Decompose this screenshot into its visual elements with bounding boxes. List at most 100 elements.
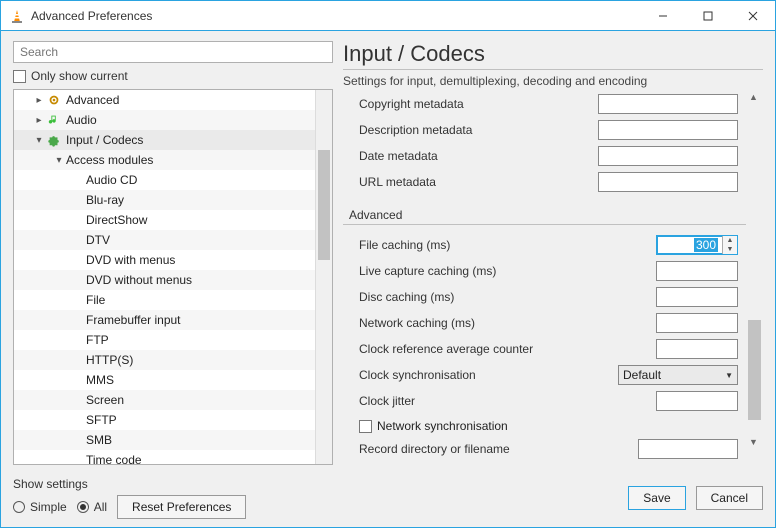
tree-item[interactable]: ▸File <box>14 290 315 310</box>
arrow-placeholder: ▸ <box>72 375 86 386</box>
tree-item[interactable]: ▸DTV <box>14 230 315 250</box>
tree-item[interactable]: ▸Framebuffer input <box>14 310 315 330</box>
tree-item[interactable]: ▸Audio <box>14 110 315 130</box>
tree-item[interactable]: ▸FTP <box>14 330 315 350</box>
window: Advanced Preferences Only show current ▸… <box>0 0 776 528</box>
vscroll-thumb[interactable] <box>748 320 761 420</box>
panel-vscrollbar[interactable]: ▲ ▼ <box>746 90 763 465</box>
tree-item[interactable]: ▸DirectShow <box>14 210 315 230</box>
copyright-input[interactable] <box>598 94 738 114</box>
network-sync-checkbox[interactable]: Network synchronisation <box>343 419 746 433</box>
settings-panel: Copyright metadata Description metadata … <box>343 90 746 465</box>
tree-item[interactable]: ▾Access modules <box>14 150 315 170</box>
disc-caching-input[interactable]: ▲▼ <box>656 287 738 307</box>
record-dir-input[interactable] <box>638 439 738 459</box>
tree-item[interactable]: ▸Screen <box>14 390 315 410</box>
metadata-fields: Copyright metadata Description metadata … <box>343 90 746 200</box>
checkbox-icon <box>359 420 372 433</box>
chevron-right-icon[interactable]: ▸ <box>32 115 46 126</box>
vlc-cone-icon <box>9 8 25 24</box>
tree-item-label: HTTP(S) <box>86 353 133 367</box>
clock-sync-select[interactable]: Default▼ <box>618 365 738 385</box>
radio-simple-label: Simple <box>30 500 67 514</box>
date-input[interactable] <box>598 146 738 166</box>
clock-sync-value: Default <box>623 368 661 382</box>
arrow-placeholder: ▸ <box>72 235 86 246</box>
tree-item[interactable]: ▸HTTP(S) <box>14 350 315 370</box>
tree-item-label: Screen <box>86 393 124 407</box>
file-caching-value: 300 <box>694 238 718 252</box>
content: Only show current ▸Advanced▸Audio▾Input … <box>1 31 775 527</box>
arrow-placeholder: ▸ <box>72 415 86 426</box>
scroll-down-icon[interactable]: ▼ <box>749 437 758 447</box>
only-show-current-label: Only show current <box>31 69 128 83</box>
chevron-right-icon[interactable]: ▸ <box>32 95 46 106</box>
tree-item[interactable]: ▸SMB <box>14 430 315 450</box>
arrow-placeholder: ▸ <box>72 455 86 465</box>
tree-item[interactable]: ▸SFTP <box>14 410 315 430</box>
record-dir-label: Record directory or filename <box>359 442 638 456</box>
live-caching-input[interactable]: ▲▼ <box>656 261 738 281</box>
advanced-fields: File caching (ms) 300▲▼ Live capture cac… <box>343 231 746 419</box>
date-label: Date metadata <box>359 149 598 163</box>
window-buttons <box>640 1 775 30</box>
description-input[interactable] <box>598 120 738 140</box>
tree-item-label: DirectShow <box>86 213 147 227</box>
arrow-placeholder: ▸ <box>72 175 86 186</box>
live-caching-label: Live capture caching (ms) <box>359 264 656 278</box>
copyright-label: Copyright metadata <box>359 97 598 111</box>
search-input[interactable] <box>13 41 333 63</box>
cancel-button[interactable]: Cancel <box>696 486 763 510</box>
close-button[interactable] <box>730 1 775 31</box>
page-title: Input / Codecs <box>343 41 763 70</box>
tree-item[interactable]: ▸ Advanced <box>14 90 315 110</box>
tree-item[interactable]: ▾ Input / Codecs <box>14 130 315 150</box>
radio-simple[interactable]: Simple <box>13 498 67 516</box>
radio-icon <box>13 501 25 513</box>
url-input[interactable] <box>598 172 738 192</box>
network-caching-input[interactable]: ▲▼ <box>656 313 738 333</box>
clock-ref-label: Clock reference average counter <box>359 342 656 356</box>
chevron-down-icon[interactable]: ▾ <box>32 135 46 146</box>
chevron-down-icon[interactable]: ▾ <box>52 155 66 166</box>
tree-item-label: Input / Codecs <box>66 133 143 147</box>
tree-item-label: Advanced <box>66 93 119 107</box>
arrow-placeholder: ▸ <box>72 275 86 286</box>
tree-item-label: DTV <box>86 233 110 247</box>
minimize-button[interactable] <box>640 1 685 31</box>
tree-item-label: Access modules <box>66 153 153 167</box>
arrow-placeholder: ▸ <box>72 435 86 446</box>
note-icon <box>46 112 62 128</box>
description-label: Description metadata <box>359 123 598 137</box>
tree-item[interactable]: ▸Audio CD <box>14 170 315 190</box>
scroll-up-icon[interactable]: ▲ <box>749 92 758 102</box>
left-column: Only show current ▸Advanced▸Audio▾Input … <box>13 41 333 465</box>
tree-scroll-thumb[interactable] <box>318 150 330 260</box>
preferences-tree[interactable]: ▸Advanced▸Audio▾Input / Codecs▾Access mo… <box>14 90 315 464</box>
tree-item-label: File <box>86 293 105 307</box>
radio-icon <box>77 501 89 513</box>
footer: Show settings Simple All Reset Preferenc… <box>13 471 763 519</box>
maximize-button[interactable] <box>685 1 730 31</box>
tree-item[interactable]: ▸DVD without menus <box>14 270 315 290</box>
tree-scrollbar[interactable] <box>315 90 332 464</box>
tree-item-label: DVD without menus <box>86 273 192 287</box>
show-settings-label: Show settings <box>13 477 246 491</box>
arrow-placeholder: ▸ <box>72 335 86 346</box>
arrow-placeholder: ▸ <box>72 295 86 306</box>
tree-item[interactable]: ▸Blu-ray <box>14 190 315 210</box>
tree-item[interactable]: ▸MMS <box>14 370 315 390</box>
tree-item[interactable]: ▸Time code <box>14 450 315 464</box>
page-subtitle: Settings for input, demultiplexing, deco… <box>343 74 763 88</box>
spin-down-icon[interactable]: ▼ <box>723 245 737 254</box>
only-show-current[interactable]: Only show current <box>13 67 333 85</box>
puzzle-icon <box>46 132 62 148</box>
clock-ref-input[interactable]: ▲▼ <box>656 339 738 359</box>
reset-preferences-button[interactable]: Reset Preferences <box>117 495 246 519</box>
tree-item[interactable]: ▸DVD with menus <box>14 250 315 270</box>
file-caching-input[interactable]: 300 ▲▼ <box>656 235 738 255</box>
clock-jitter-input[interactable]: ▲▼ <box>656 391 738 411</box>
spin-up-icon[interactable]: ▲ <box>723 236 737 245</box>
save-button[interactable]: Save <box>628 486 685 510</box>
radio-all[interactable]: All <box>77 498 107 516</box>
